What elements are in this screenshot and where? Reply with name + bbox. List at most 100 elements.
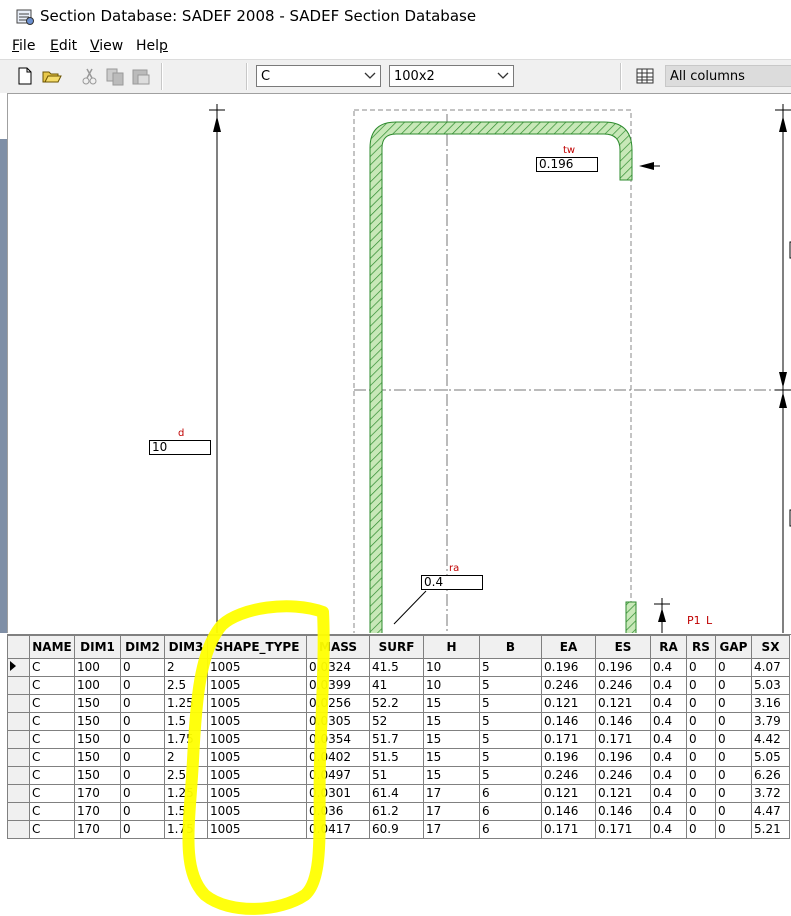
table-cell-name[interactable]: C [29,748,75,767]
table-cell-es[interactable]: 0.246 [595,766,651,785]
table-cell-h[interactable]: 10 [423,676,480,695]
table-cell-es[interactable]: 0.121 [595,694,651,713]
table-cell-sx[interactable]: 5.03 [751,676,790,695]
table-cell-rs[interactable]: 0 [686,766,716,785]
row-indicator[interactable] [7,730,30,749]
table-cell-shape-type[interactable]: 1005 [207,730,307,749]
table-cell-surf[interactable]: 60.9 [369,820,424,839]
table-cell-gap[interactable]: 0 [715,820,752,839]
row-indicator[interactable] [7,820,30,839]
table-cell-gap[interactable]: 0 [715,676,752,695]
table-cell-dim3[interactable]: 2.5 [164,766,208,785]
table-cell-surf[interactable]: 52 [369,712,424,731]
table-cell-name[interactable]: C [29,784,75,803]
table-cell-name[interactable]: C [29,658,75,677]
table-cell-mass[interactable]: 0.0354 [306,730,370,749]
menu-help[interactable]: Help [136,38,168,54]
table-cell-ea[interactable]: 0.246 [541,766,596,785]
table-cell-dim2[interactable]: 0 [120,784,165,803]
table-cell-h[interactable]: 15 [423,748,480,767]
column-header-mass[interactable]: MASS [306,635,370,659]
table-cell-mass[interactable]: 0.0497 [306,766,370,785]
section-size-dropdown[interactable]: 100x2 [389,65,514,87]
new-document-icon[interactable] [14,65,36,87]
table-cell-gap[interactable]: 0 [715,784,752,803]
column-header-shape-type[interactable]: SHAPE_TYPE [207,635,307,659]
table-cell-es[interactable]: 0.171 [595,730,651,749]
table-cell-b[interactable]: 5 [479,694,542,713]
table-cell-mass[interactable]: 0.036 [306,802,370,821]
table-cell-ea[interactable]: 0.121 [541,694,596,713]
table-cell-dim3[interactable]: 2.5 [164,676,208,695]
table-cell-ra[interactable]: 0.4 [650,748,687,767]
table-cell-sx[interactable]: 3.79 [751,712,790,731]
table-cell-dim2[interactable]: 0 [120,802,165,821]
table-cell-sx[interactable]: 5.05 [751,748,790,767]
table-cell-gap[interactable]: 0 [715,766,752,785]
table-cell-dim3[interactable]: 2 [164,748,208,767]
table-cell-es[interactable]: 0.246 [595,676,651,695]
columns-mode-dropdown[interactable]: All columns [665,65,791,87]
column-header-surf[interactable]: SURF [369,635,424,659]
table-cell-dim1[interactable]: 170 [74,820,121,839]
table-row[interactable]: C 150 0 1.75 1005 0.0354 51.7 15 5 0.171 0.171 0.4 0… [7,730,790,749]
table-cell-rs[interactable]: 0 [686,712,716,731]
column-header-es[interactable]: ES [595,635,651,659]
table-cell-sx[interactable]: 3.16 [751,694,790,713]
table-cell-ea[interactable]: 0.196 [541,658,596,677]
column-header-dim3[interactable]: DIM3 [164,635,208,659]
table-cell-b[interactable]: 5 [479,730,542,749]
table-cell-b[interactable]: 6 [479,802,542,821]
table-cell-ra[interactable]: 0.4 [650,802,687,821]
table-cell-name[interactable]: C [29,694,75,713]
table-cell-h[interactable]: 15 [423,766,480,785]
table-cell-rs[interactable]: 0 [686,676,716,695]
table-cell-rs[interactable]: 0 [686,748,716,767]
table-cell-shape-type[interactable]: 1005 [207,676,307,695]
table-cell-rs[interactable]: 0 [686,820,716,839]
table-cell-mass[interactable]: 0.0301 [306,784,370,803]
table-cell-dim3[interactable]: 1.75 [164,730,208,749]
table-cell-dim3[interactable]: 1.75 [164,820,208,839]
table-cell-surf[interactable]: 41.5 [369,658,424,677]
column-header-sx[interactable]: SX [751,635,790,659]
table-cell-mass[interactable]: 0.0324 [306,658,370,677]
table-cell-b[interactable]: 5 [479,748,542,767]
table-cell-es[interactable]: 0.196 [595,658,651,677]
table-cell-h[interactable]: 17 [423,820,480,839]
table-row[interactable]: C 170 0 1.75 1005 0.0417 60.9 17 6 0.171 0.171 0.4 0… [7,820,790,839]
table-cell-ea[interactable]: 0.196 [541,748,596,767]
table-cell-dim1[interactable]: 170 [74,784,121,803]
table-cell-h[interactable]: 17 [423,802,480,821]
table-cell-ea[interactable]: 0.171 [541,820,596,839]
row-indicator[interactable] [7,766,30,785]
table-cell-dim2[interactable]: 0 [120,676,165,695]
column-header-ea[interactable]: EA [541,635,596,659]
table-cell-dim2[interactable]: 0 [120,820,165,839]
row-indicator[interactable] [7,694,30,713]
table-cell-dim1[interactable]: 150 [74,694,121,713]
table-cell-ra[interactable]: 0.4 [650,784,687,803]
table-cell-ea[interactable]: 0.146 [541,712,596,731]
table-cell-mass[interactable]: 0.0399 [306,676,370,695]
row-indicator[interactable] [7,802,30,821]
row-indicator[interactable] [7,712,30,731]
paste-icon[interactable] [130,65,152,87]
table-cell-dim1[interactable]: 150 [74,766,121,785]
menu-edit[interactable]: Edit [50,38,77,54]
row-indicator[interactable] [7,658,30,677]
row-indicator[interactable] [7,676,30,695]
table-row[interactable]: C 150 0 1.25 1005 0.0256 52.2 15 5 0.121 0.121 0.4 0… [7,694,790,713]
table-cell-dim1[interactable]: 150 [74,730,121,749]
table-cell-b[interactable]: 5 [479,766,542,785]
table-cell-dim1[interactable]: 150 [74,748,121,767]
table-cell-shape-type[interactable]: 1005 [207,802,307,821]
table-cell-shape-type[interactable]: 1005 [207,694,307,713]
menu-view[interactable]: View [90,38,123,54]
table-cell-ra[interactable]: 0.4 [650,694,687,713]
section-type-dropdown[interactable]: C [256,65,381,87]
table-cell-h[interactable]: 15 [423,730,480,749]
column-header-b[interactable]: B [479,635,542,659]
table-cell-h[interactable]: 15 [423,712,480,731]
column-header-dim1[interactable]: DIM1 [74,635,121,659]
